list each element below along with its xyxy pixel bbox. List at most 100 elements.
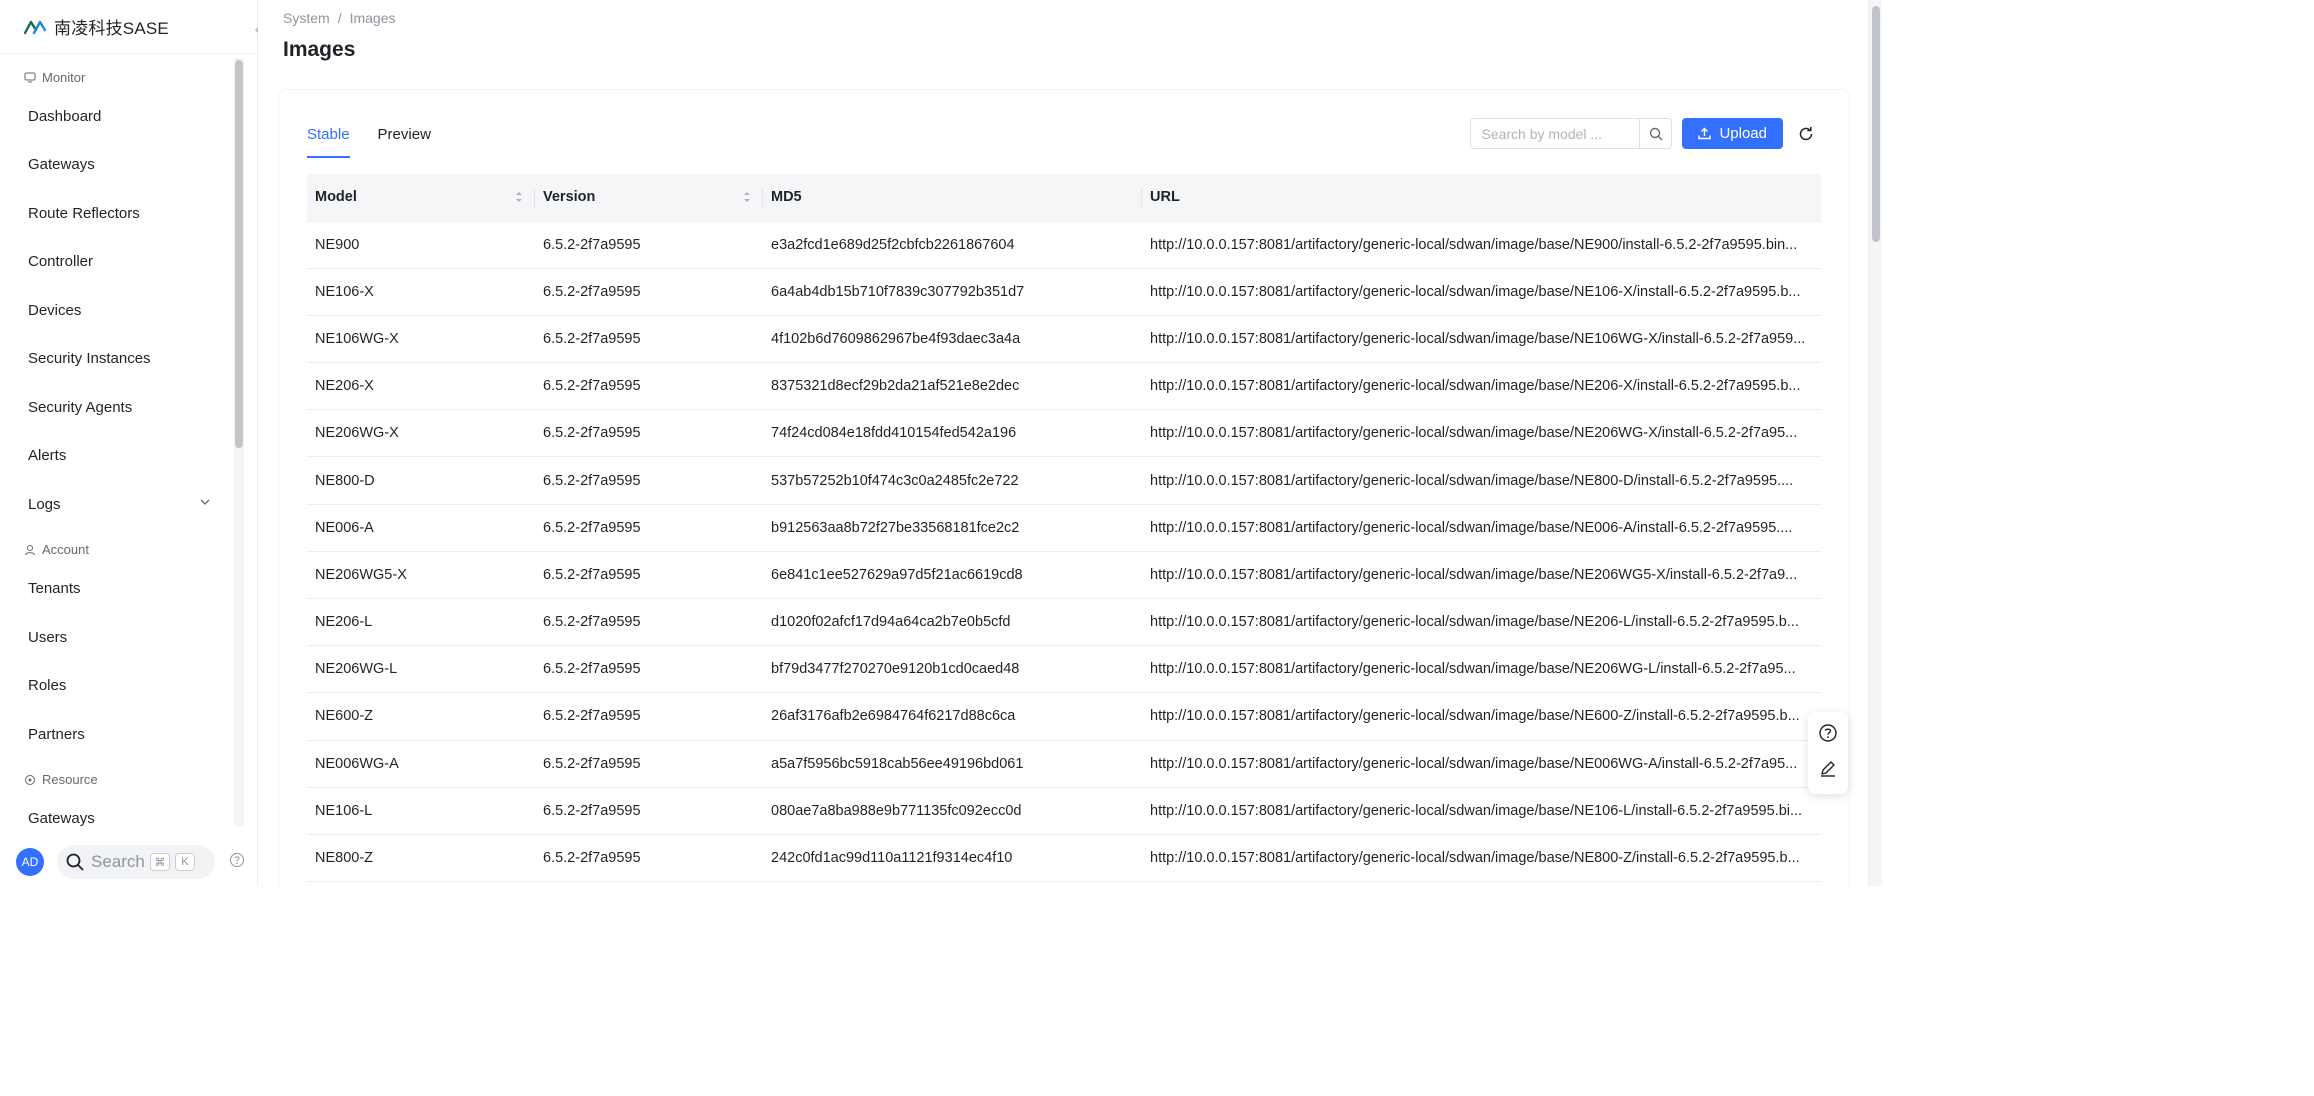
column-header-model[interactable]: Model (307, 174, 535, 222)
tab-preview[interactable]: Preview (378, 124, 431, 158)
resource-icon (25, 774, 35, 785)
table-row[interactable]: NE900 6.5.2-2f7a9595 e3a2fcd1e689d25f2cbfc… (307, 221, 1821, 269)
sidebar-item-security-instances[interactable]: Security Instances (0, 335, 232, 384)
sidebar-scrollbar-thumb[interactable] (235, 60, 243, 448)
cell-model: NE600-Z (307, 692, 535, 741)
cell-url: http://10.0.0.157:8081/artifactory/gener… (1142, 692, 1821, 741)
cell-version: 6.5.2-2f7a9595 (535, 645, 763, 694)
monitor-icon (24, 72, 36, 83)
cell-md5: bf79d3477f270270e9120b1cd0caed48 (763, 645, 1142, 694)
sidebar-item-label: Security Agents (28, 398, 133, 416)
sidebar-item-security-agents[interactable]: Security Agents (0, 383, 232, 432)
cell-url: http://10.0.0.157:8081/artifactory/gener… (1142, 645, 1821, 694)
sidebar-item-gateways[interactable]: Gateways (0, 141, 232, 190)
table-row[interactable]: NE800-Z 6.5.2-2f7a9595 242c0fd1ac99d110a11… (307, 834, 1821, 883)
table-row[interactable]: NE206-L 6.5.2-2f7a9595 d1020f02afcf17d94a6… (307, 598, 1821, 647)
sidebar-item-resource-gateways[interactable]: Gateways (0, 795, 232, 826)
table-row[interactable]: NE800-D 6.5.2-2f7a9595 537b57252b10f474c3c… (307, 456, 1821, 505)
column-header-url: URL (1142, 174, 1821, 222)
cell-md5: b912563aa8b72f27be33568181fce2c2 (763, 504, 1142, 552)
sidebar-item-partners[interactable]: Partners (0, 710, 232, 759)
column-header-label: Version (543, 189, 596, 206)
sidebar-item-label: Route Reflectors (28, 204, 140, 222)
sidebar-item-route-reflectors[interactable]: Route Reflectors (0, 189, 232, 238)
sidebar-item-alerts[interactable]: Alerts (0, 432, 232, 481)
sidebar-item-controller[interactable]: Controller (0, 238, 232, 287)
cell-url: http://10.0.0.157:8081/artifactory/gener… (1142, 740, 1821, 788)
chevron-down-icon (200, 499, 210, 505)
cell-md5: 6e841c1ee527629a97d5f21ac6619cd8 (763, 551, 1142, 600)
cell-md5: d1020f02afcf17d94a64ca2b7e0b5cfd (763, 598, 1142, 647)
nav-group-label: Account (42, 542, 89, 557)
upload-label: Upload (1719, 125, 1767, 142)
cell-version: 6.5.2-2f7a9595 (535, 315, 763, 364)
cell-version: 6.5.2-2f7a9595 (535, 787, 763, 835)
table-row[interactable]: NE206WG-X 6.5.2-2f7a9595 74f24cd084e18fdd4… (307, 409, 1821, 458)
images-table: Model Version MD5 URL NE900 6.5.2-2f7a95… (307, 174, 1821, 883)
column-header-version[interactable]: Version (535, 174, 763, 222)
cell-url: http://10.0.0.157:8081/artifactory/gener… (1142, 504, 1821, 552)
images-card: Stable Preview Upload (279, 90, 1849, 890)
sidebar-item-dashboard[interactable]: Dashboard (0, 92, 232, 141)
table-row[interactable]: NE006WG-A 6.5.2-2f7a9595 a5a7f5956bc5918ca… (307, 740, 1821, 788)
cell-md5: 6a4ab4db15b710f7839c307792b351d7 (763, 268, 1142, 316)
global-search-button[interactable]: Search ⌘ K (57, 845, 215, 879)
main-scrollbar-thumb[interactable] (1872, 6, 1880, 242)
table-row[interactable]: NE206-X 6.5.2-2f7a9595 8375321d8ecf29b2da2… (307, 362, 1821, 411)
cell-model: NE800-Z (307, 834, 535, 883)
avatar[interactable]: AD (16, 848, 44, 876)
sidebar-item-users[interactable]: Users (0, 613, 232, 662)
upload-button[interactable]: Upload (1682, 118, 1783, 149)
table-row[interactable]: NE106WG-X 6.5.2-2f7a9595 4f102b6d760986296… (307, 315, 1821, 364)
main-scrollbar[interactable] (1868, 0, 1882, 886)
cell-version: 6.5.2-2f7a9595 (535, 362, 763, 411)
edit-icon[interactable] (1818, 758, 1838, 783)
help-icon[interactable] (1818, 723, 1838, 748)
search-button[interactable] (1640, 118, 1673, 149)
sidebar-item-roles[interactable]: Roles (0, 662, 232, 711)
sidebar-item-label: Gateways (28, 810, 95, 826)
cell-md5: 080ae7a8ba988e9b771135fc092ecc0d (763, 787, 1142, 835)
cell-model: NE006-A (307, 504, 535, 552)
cell-url: http://10.0.0.157:8081/artifactory/gener… (1142, 834, 1821, 883)
tab-stable[interactable]: Stable (307, 124, 350, 158)
global-search-label: Search (91, 852, 145, 871)
table-row[interactable]: NE206WG5-X 6.5.2-2f7a9595 6e841c1ee527629a… (307, 551, 1821, 600)
breadcrumb-system[interactable]: System (283, 10, 330, 26)
cell-url: http://10.0.0.157:8081/artifactory/gener… (1142, 315, 1821, 364)
brand-name: 南凌科技SASE (54, 19, 169, 38)
page-title: Images (283, 38, 356, 61)
table-row[interactable]: NE006-A 6.5.2-2f7a9595 b912563aa8b72f27be3… (307, 504, 1821, 552)
brand[interactable]: 南凌科技SASE (0, 0, 257, 54)
table-row[interactable]: NE600-Z 6.5.2-2f7a9595 26af3176afb2e698476… (307, 692, 1821, 741)
cell-model: NE206-X (307, 362, 535, 411)
cell-md5: a5a7f5956bc5918cab56ee49196bd061 (763, 740, 1142, 788)
nav-group-monitor: Monitor (0, 62, 232, 92)
cell-md5: 4f102b6d7609862967be4f93daec3a4a (763, 315, 1142, 364)
floating-toolbar (1808, 712, 1848, 794)
main-content: System / Images Images Stable Preview Uplo… (258, 0, 1882, 890)
table-row[interactable]: NE106-X 6.5.2-2f7a9595 6a4ab4db15b710f7839… (307, 268, 1821, 316)
user-icon (25, 544, 35, 555)
sort-icon[interactable] (515, 190, 523, 204)
table-row[interactable]: NE206WG-L 6.5.2-2f7a9595 bf79d3477f270270e… (307, 645, 1821, 694)
toolbar: Upload (1470, 118, 1815, 149)
sidebar-item-tenants[interactable]: Tenants (0, 565, 232, 614)
sidebar-item-label: Controller (28, 253, 94, 271)
breadcrumb: System / Images (283, 10, 396, 26)
sidebar-item-devices[interactable]: Devices (0, 286, 232, 335)
cell-model: NE206-L (307, 598, 535, 647)
sidebar: 南凌科技SASE Monitor Dashboard Gateways Rout… (0, 0, 261, 886)
cell-version: 6.5.2-2f7a9595 (535, 740, 763, 788)
sidebar-item-logs[interactable]: Logs (0, 480, 232, 529)
cell-url: http://10.0.0.157:8081/artifactory/gener… (1142, 598, 1821, 647)
search-input[interactable] (1470, 118, 1641, 149)
sort-icon[interactable] (743, 190, 751, 204)
cell-md5: 537b57252b10f474c3c0a2485fc2e722 (763, 456, 1142, 505)
sidebar-scrollbar[interactable] (234, 58, 244, 826)
table-row[interactable]: NE106-L 6.5.2-2f7a9595 080ae7a8ba988e9b771… (307, 787, 1821, 835)
cell-url: http://10.0.0.157:8081/artifactory/gener… (1142, 456, 1821, 505)
help-icon[interactable] (229, 852, 245, 873)
tabs: Stable Preview (307, 124, 459, 158)
refresh-button[interactable] (1797, 125, 1815, 143)
